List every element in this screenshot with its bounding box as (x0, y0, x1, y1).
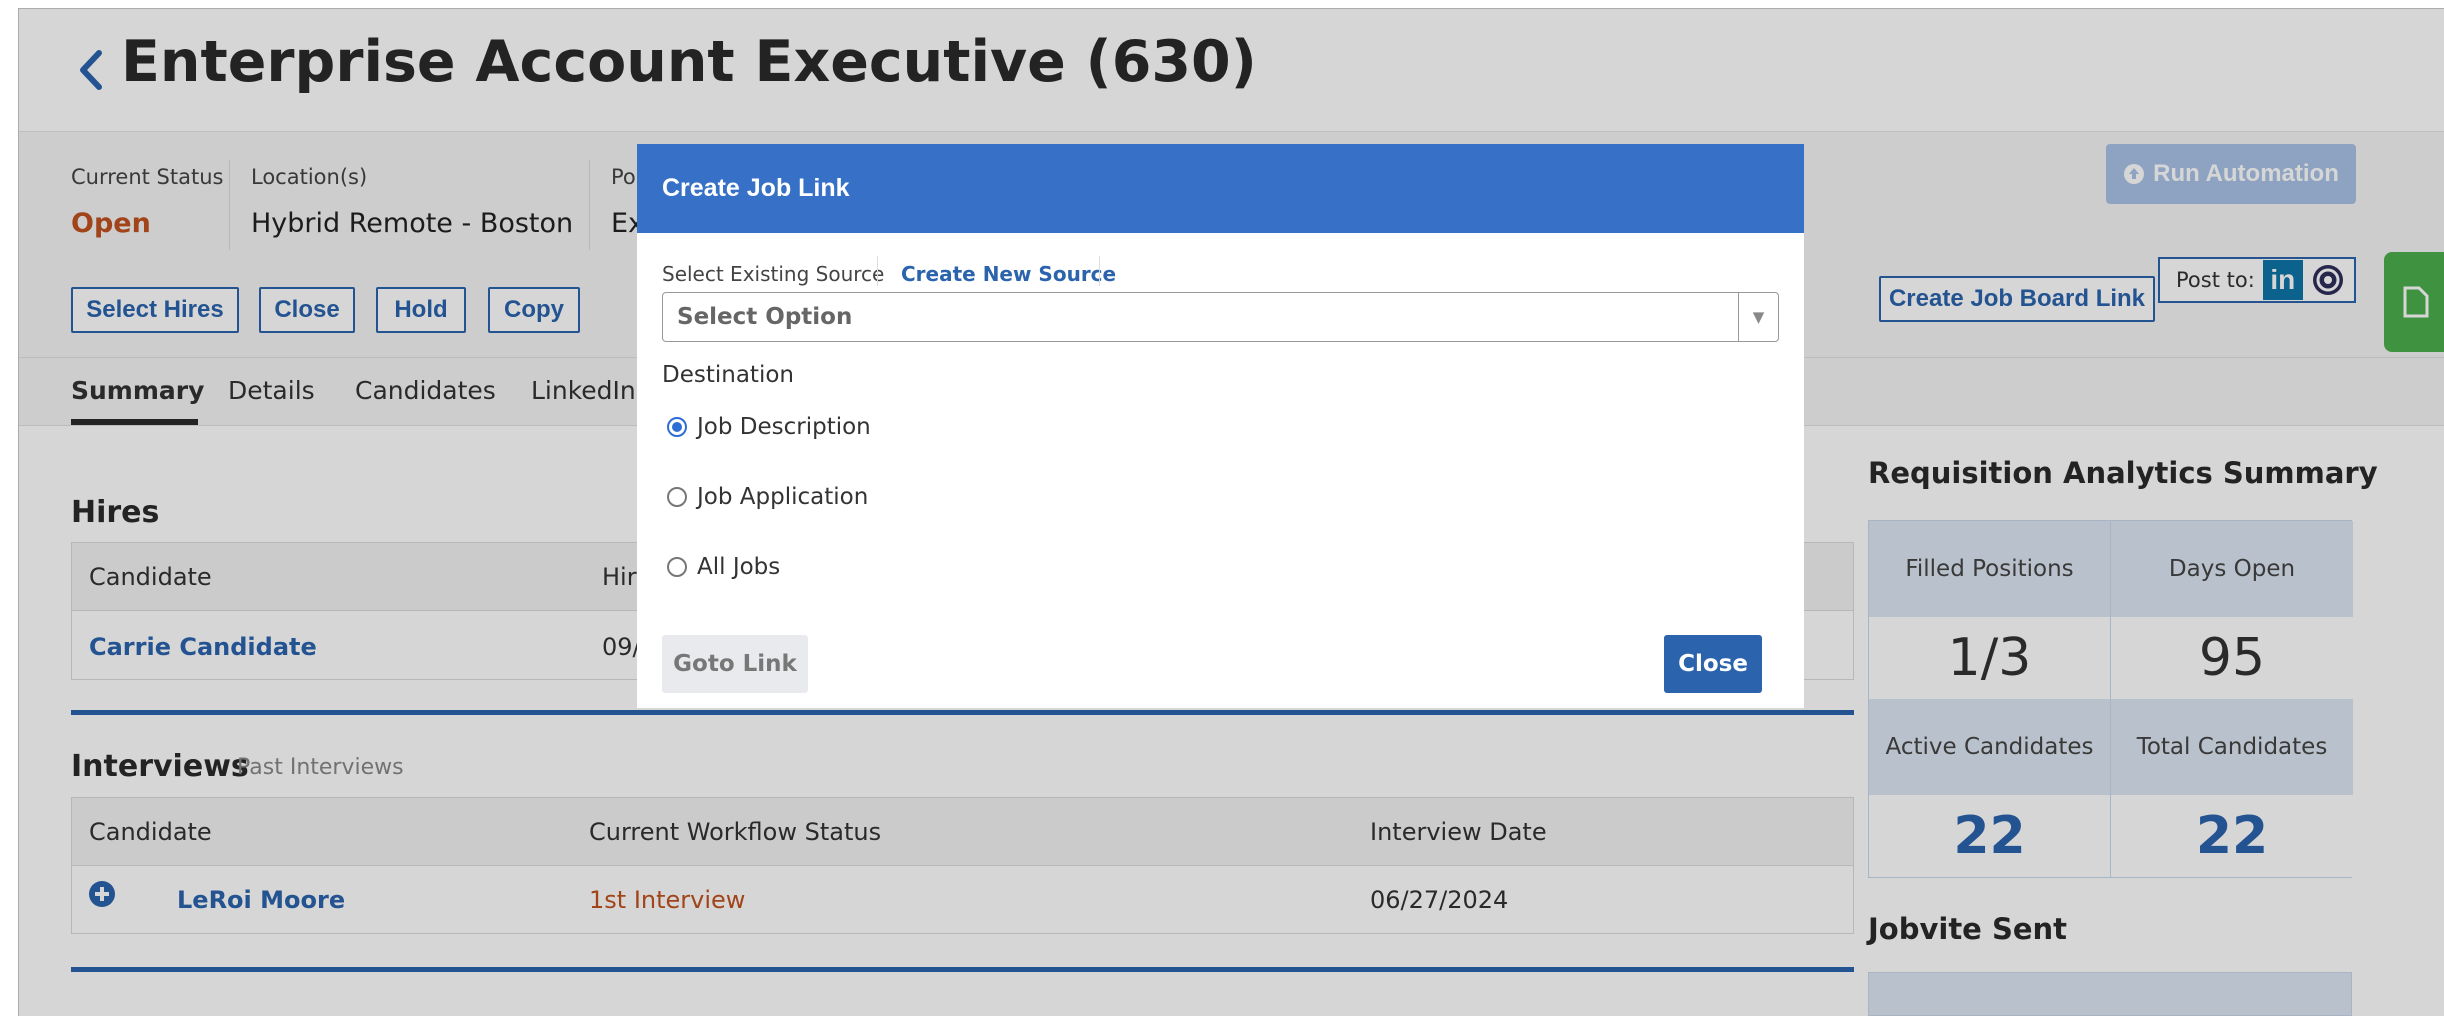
source-select[interactable]: Select Option ▼ (662, 292, 1779, 342)
radio-label: Job Application (697, 484, 869, 510)
tab-create-new-source[interactable]: Create New Source (901, 262, 1116, 286)
modal-close-button[interactable]: Close (1664, 635, 1762, 693)
create-job-link-modal: Create Job Link Select Existing Source C… (637, 144, 1804, 708)
tab-select-existing-source[interactable]: Select Existing Source (662, 262, 884, 286)
radio-label: Job Description (697, 414, 871, 440)
goto-link-button[interactable]: Goto Link (662, 635, 808, 693)
radio-job-application[interactable]: Job Application (667, 484, 868, 510)
radio-job-description[interactable]: Job Description (667, 414, 871, 440)
radio-button[interactable] (667, 487, 687, 507)
modal-title: Create Job Link (637, 144, 1804, 233)
radio-label: All Jobs (697, 554, 781, 580)
tab-divider (1099, 256, 1100, 286)
radio-button[interactable] (667, 557, 687, 577)
radio-button[interactable] (667, 417, 687, 437)
radio-all-jobs[interactable]: All Jobs (667, 554, 780, 580)
destination-label: Destination (662, 362, 794, 388)
chevron-down-icon[interactable]: ▼ (1738, 293, 1778, 341)
tab-divider (877, 256, 878, 286)
select-placeholder: Select Option (677, 304, 853, 330)
